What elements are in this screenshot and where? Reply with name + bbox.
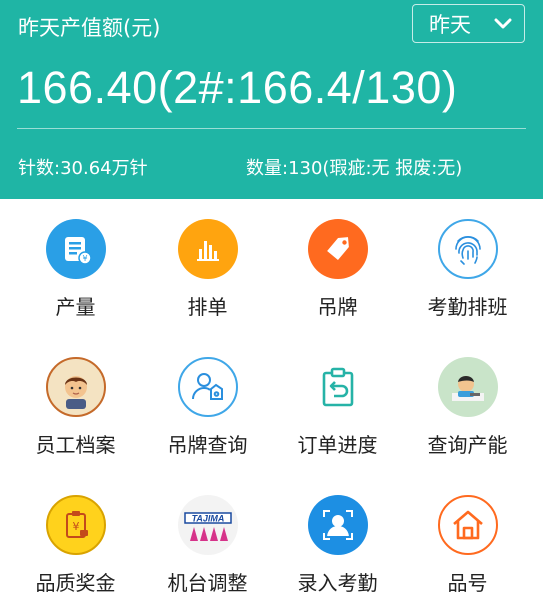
menu-item-order-progress[interactable]: 订单进度 (270, 337, 405, 475)
tajima-logo-text: TAJIMA (192, 514, 225, 524)
menu-item-machine-adjust[interactable]: TAJIMA 机台调整 (140, 475, 275, 613)
svg-text:¥: ¥ (82, 254, 87, 263)
menu-item-quality-bonus[interactable]: ¥ 品质奖金 (8, 475, 143, 613)
house-icon (438, 495, 498, 555)
output-value: 166.40(2#:166.4/130) (17, 62, 458, 113)
menu-item-label: 机台调整 (167, 571, 248, 595)
header-divider (17, 128, 526, 129)
menu-item-label: 吊牌查询 (167, 433, 248, 457)
menu-item-label: 考勤排班 (427, 295, 508, 319)
menu-item-tag-query[interactable]: 吊牌查询 (140, 337, 275, 475)
employee-avatar-icon (46, 357, 106, 417)
quantity-summary: 数量:130(瑕疵:无 报废:无) (246, 158, 463, 179)
worker-desk-icon (438, 357, 498, 417)
menu-item-label: 吊牌 (317, 295, 358, 319)
menu-item-label: 排单 (187, 295, 228, 319)
menu-item-label: 员工档案 (35, 433, 116, 457)
chevron-down-icon (494, 18, 512, 29)
production-report-icon: ¥ (46, 219, 106, 279)
fingerprint-icon (438, 219, 498, 279)
menu-item-label: 查询产能 (427, 433, 508, 457)
menu-item-label: 录入考勤 (297, 571, 378, 595)
menu-item-production[interactable]: ¥ 产量 (8, 199, 143, 337)
function-grid: ¥ 产量 排单 吊牌 考勤排班 员工档案 吊牌查询 订单进度 查询产能 ¥ 品质… (0, 199, 543, 600)
menu-item-record-attendance[interactable]: 录入考勤 (270, 475, 405, 613)
menu-item-label: 品质奖金 (35, 571, 116, 595)
tajima-logo-icon: TAJIMA (178, 495, 238, 555)
face-scan-icon (308, 495, 368, 555)
menu-item-label: 订单进度 (297, 433, 378, 457)
bar-chart-icon (178, 219, 238, 279)
production-summary-header: 昨天产值额(元) 昨天 166.40(2#:166.4/130) 针数:30.6… (0, 0, 543, 199)
period-dropdown[interactable]: 昨天 (412, 4, 525, 43)
menu-item-label: 产量 (55, 295, 96, 319)
menu-item-product-number[interactable]: 品号 (400, 475, 535, 613)
clipboard-return-icon (308, 357, 368, 417)
menu-item-attendance-shift[interactable]: 考勤排班 (400, 199, 535, 337)
menu-item-tag[interactable]: 吊牌 (270, 199, 405, 337)
user-tag-search-icon (178, 357, 238, 417)
menu-item-schedule[interactable]: 排单 (140, 199, 275, 337)
tag-icon (308, 219, 368, 279)
bonus-clipboard-icon: ¥ (46, 495, 106, 555)
menu-item-capacity-query[interactable]: 查询产能 (400, 337, 535, 475)
page-title: 昨天产值额(元) (18, 16, 161, 40)
needle-count: 针数:30.64万针 (18, 158, 148, 179)
svg-text:¥: ¥ (73, 520, 80, 533)
period-selected-value: 昨天 (429, 12, 471, 37)
menu-item-label: 品号 (447, 571, 488, 595)
menu-item-employee-records[interactable]: 员工档案 (8, 337, 143, 475)
